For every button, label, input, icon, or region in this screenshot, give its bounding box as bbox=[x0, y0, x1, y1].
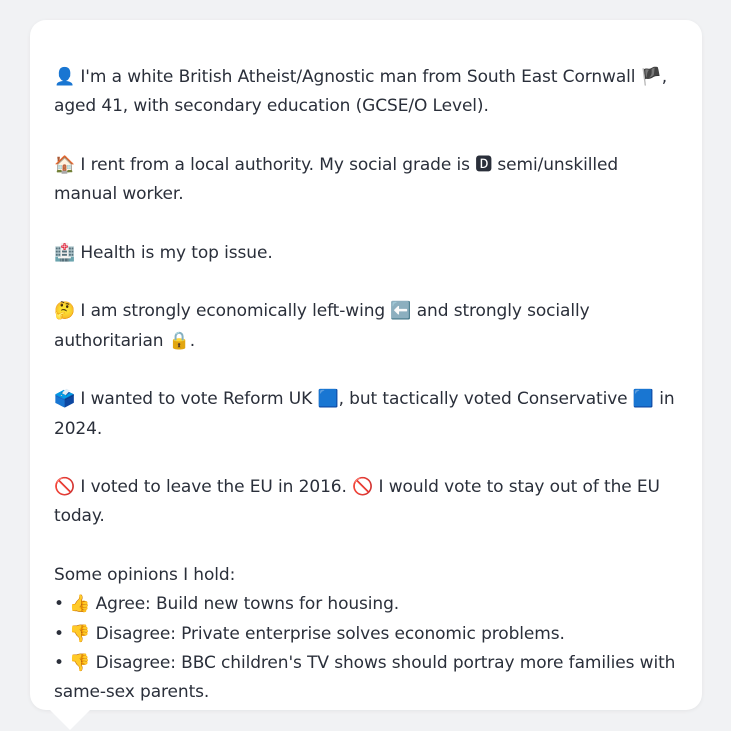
opinion-item-2: • 👎 Disagree: Private enterprise solves … bbox=[54, 623, 565, 644]
identity-paragraph: 👤 I'm a white British Atheist/Agnostic m… bbox=[54, 67, 668, 117]
vote-paragraph: 🗳️ I wanted to vote Reform UK 🟦, but tac… bbox=[54, 389, 675, 439]
top-issue-paragraph: 🏥 Health is my top issue. bbox=[54, 242, 273, 263]
persona-message-bubble: 👤 I'm a white British Atheist/Agnostic m… bbox=[30, 20, 702, 710]
persona-message-text: 👤 I'm a white British Atheist/Agnostic m… bbox=[54, 63, 678, 708]
eu-paragraph: 🚫 I voted to leave the EU in 2016. 🚫 I w… bbox=[54, 477, 660, 527]
opinions-heading: Some opinions I hold: bbox=[54, 565, 236, 586]
opinion-item-1: • 👍 Agree: Build new towns for housing. bbox=[54, 594, 400, 615]
opinion-item-3: • 👎 Disagree: BBC children's TV shows sh… bbox=[54, 652, 676, 703]
housing-paragraph: 🏠 I rent from a local authority. My soci… bbox=[54, 154, 619, 205]
ideology-paragraph: 🤔 I am strongly economically left-wing ⬅… bbox=[54, 301, 590, 351]
opinions-section: Some opinions I hold: • 👍 Agree: Build n… bbox=[54, 561, 678, 707]
bubble-tail bbox=[49, 709, 91, 730]
